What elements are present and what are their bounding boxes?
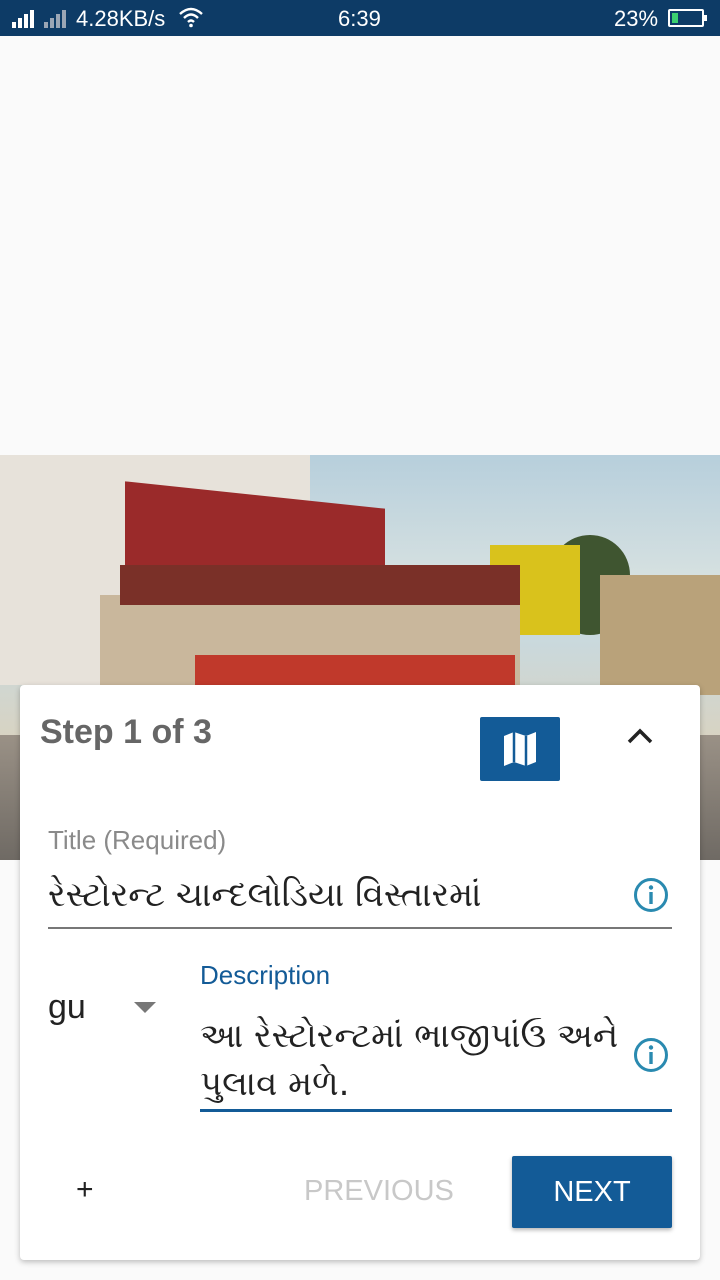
net-speed: 4.28KB/s [76, 6, 166, 31]
title-input[interactable]: રેસ્ટોરન્ટ ચાન્દલોડિયા વિસ્તારમાં [48, 872, 482, 918]
description-line-1[interactable]: આ રેસ્ટોરન્ટમાં ભાજીપાંઉ અને [200, 1013, 618, 1059]
add-description-button[interactable]: + [76, 1173, 94, 1207]
status-bar: 4.28KB/s 6:39 23% [0, 0, 720, 36]
map-icon [504, 732, 536, 766]
description-line-2[interactable]: પુલાવ મળે. [200, 1061, 349, 1107]
collapse-button[interactable] [620, 717, 660, 757]
title-info-icon[interactable] [633, 877, 669, 913]
previous-button[interactable]: PREVIOUS [304, 1175, 454, 1208]
title-label: Title (Required) [48, 825, 227, 855]
title-underline [48, 927, 672, 929]
next-button[interactable]: NEXT [512, 1156, 672, 1228]
step-title: Step 1 of 3 [40, 713, 212, 751]
signal-icon [12, 8, 72, 34]
wifi-icon [178, 6, 204, 34]
map-button[interactable] [480, 717, 560, 781]
clock: 6:39 [338, 6, 381, 31]
battery-icon [668, 9, 707, 27]
language-select[interactable]: gu [48, 988, 86, 1027]
battery-percent: 23% [614, 6, 659, 31]
description-info-icon[interactable] [633, 1037, 669, 1073]
map-area [0, 36, 720, 455]
upload-card: Step 1 of 3 Title (Required) રેસ્ટોરન્ટ … [20, 685, 700, 1260]
description-label: Description [200, 960, 331, 990]
chevron-up-icon [627, 728, 653, 744]
description-underline [200, 1109, 672, 1112]
dropdown-arrow-icon[interactable] [134, 1002, 156, 1013]
